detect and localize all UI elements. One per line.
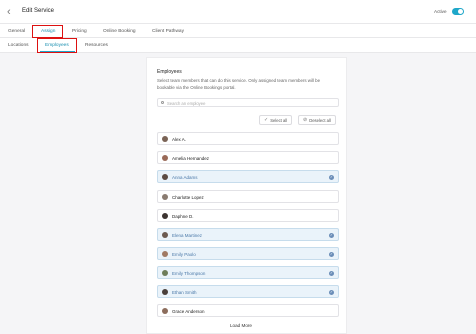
check-icon: ✓ <box>329 174 334 180</box>
panel-heading: Employees <box>157 69 182 75</box>
employee-name: Ethan Smith <box>172 290 197 295</box>
employee-name: Emily Thompson <box>172 271 206 276</box>
employees-panel: Employees Select team members that can d… <box>146 57 347 334</box>
employee-name: Grace Anderson <box>172 309 205 314</box>
employee-row[interactable]: Emily Paolo ✓ <box>157 247 339 260</box>
search-input[interactable] <box>167 100 327 106</box>
tab-client-pathway[interactable]: Client Pathway <box>152 29 184 34</box>
main-tabs: General Assign Pricing Online Booking Cl… <box>0 24 476 38</box>
employee-row[interactable]: Anna Adams ✓ <box>157 170 339 183</box>
avatar <box>162 136 168 142</box>
avatar <box>162 289 168 295</box>
deselect-all-label: Deselect all <box>309 117 331 123</box>
employee-row[interactable]: Ethan Smith ✓ <box>157 285 339 298</box>
employee-row[interactable]: Elena Martinez ✓ <box>157 228 339 241</box>
avatar <box>162 194 168 200</box>
load-more-button[interactable]: Load More <box>230 323 252 328</box>
check-icon: ✓ <box>264 117 269 123</box>
select-all-label: Select all <box>270 117 288 123</box>
search-icon <box>161 101 164 104</box>
page-title: Edit Service <box>22 8 55 14</box>
employee-name: Anna Adams <box>172 175 198 180</box>
check-icon: ✓ <box>329 289 334 295</box>
avatar <box>162 251 168 257</box>
avatar <box>162 174 168 180</box>
tab-general[interactable]: General <box>8 29 25 34</box>
active-label: Active <box>434 9 447 14</box>
tab-online-booking[interactable]: Online Booking <box>103 29 136 34</box>
employee-row[interactable]: Alex A. <box>157 132 339 145</box>
active-toggle[interactable] <box>452 8 464 15</box>
avatar <box>162 155 168 161</box>
employee-name: Alex A. <box>172 137 187 142</box>
panel-description: Select team members that can do this ser… <box>157 78 321 90</box>
highlight-assign <box>32 25 63 38</box>
employee-row[interactable]: Charlotte Lopez <box>157 190 339 203</box>
chevron-left-icon[interactable]: ‹ <box>7 6 17 18</box>
employee-name: Amelia Hernandez <box>172 156 210 161</box>
employee-row[interactable]: Grace Anderson <box>157 304 339 317</box>
employee-name: Elena Martinez <box>172 233 203 238</box>
select-all-button[interactable]: ✓ Select all <box>259 115 293 125</box>
search-box <box>157 98 339 107</box>
top-bar: ‹ Edit Service Active <box>0 0 476 24</box>
check-icon: ✓ <box>329 251 334 257</box>
x-icon: ⊘ <box>303 117 308 123</box>
employee-name: Charlotte Lopez <box>172 195 204 200</box>
tab-pricing[interactable]: Pricing <box>72 29 87 34</box>
employee-row[interactable]: Daphne D. <box>157 209 339 222</box>
check-icon: ✓ <box>329 270 334 276</box>
avatar <box>162 213 168 219</box>
highlight-employees <box>37 38 77 53</box>
subtab-resources[interactable]: Resources <box>85 43 108 48</box>
avatar <box>162 270 168 276</box>
avatar <box>162 232 168 238</box>
check-icon: ✓ <box>329 232 334 238</box>
employee-row[interactable]: Emily Thompson ✓ <box>157 266 339 279</box>
subtab-locations[interactable]: Locations <box>8 43 29 48</box>
employee-row[interactable]: Amelia Hernandez <box>157 151 339 164</box>
employee-name: Emily Paolo <box>172 252 196 257</box>
avatar <box>162 308 168 314</box>
deselect-all-button[interactable]: ⊘ Deselect all <box>298 115 336 125</box>
employee-name: Daphne D. <box>172 214 194 219</box>
